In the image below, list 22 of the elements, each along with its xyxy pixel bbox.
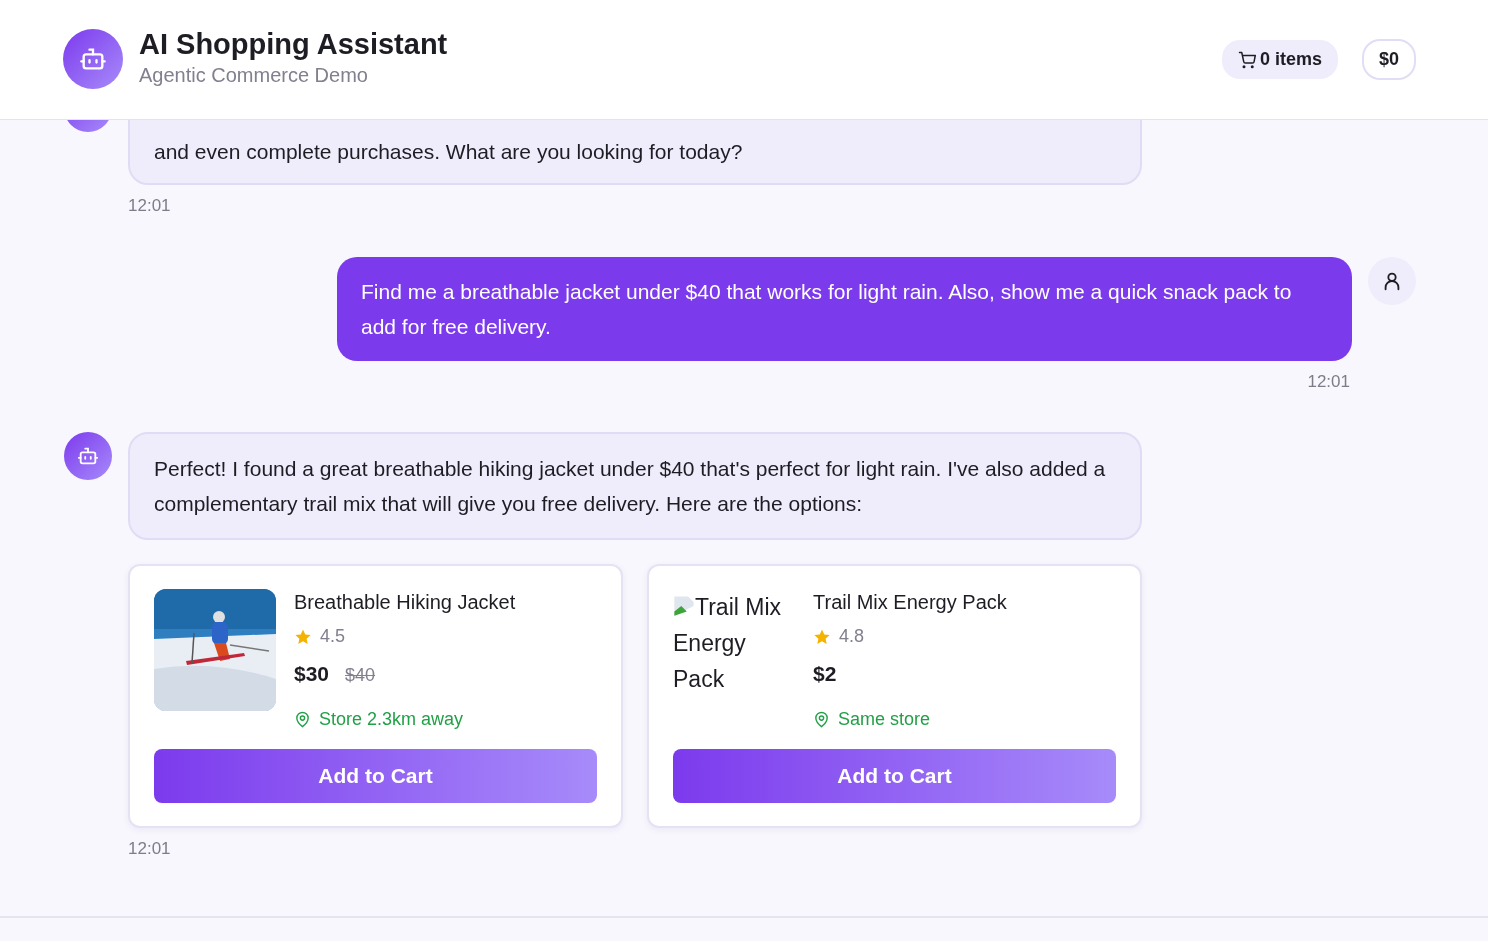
- broken-image-alt-text: Trail Mix Energy Pack: [673, 593, 783, 694]
- add-to-cart-button[interactable]: Add to Cart: [154, 748, 597, 803]
- product-price: $30: [294, 661, 330, 687]
- store-distance: Same store: [838, 707, 931, 731]
- message-time: 12:01: [128, 837, 172, 860]
- product-name: Trail Mix Energy Pack: [813, 590, 1007, 615]
- cart-total-badge: $0: [1361, 39, 1416, 80]
- add-to-cart-button[interactable]: Add to Cart: [673, 748, 1116, 803]
- product-rating: 4.5: [320, 625, 346, 648]
- original-price: $40: [345, 664, 376, 687]
- product-name: Breathable Hiking Jacket: [294, 590, 516, 615]
- app-title: AI Shopping Assistant: [139, 28, 448, 61]
- product-rating: 4.8: [839, 625, 865, 648]
- app-subtitle: Agentic Commerce Demo: [139, 63, 369, 89]
- store-distance: Store 2.3km away: [319, 707, 464, 731]
- assistant-message: and even complete purchases. What are you looking for today?: [128, 120, 1142, 185]
- cart-count-badge[interactable]: 0 items: [1221, 40, 1338, 79]
- message-time: 12:01: [1306, 370, 1350, 393]
- product-price: $2: [813, 661, 837, 687]
- user-message: Find me a breathable jacket under $40 that works for light rain. Also, show me a quick snack pack to add for free delivery.: [337, 256, 1352, 361]
- assistant-message: Perfect! I found a great breathable hiking jacket under $40 that's perfect for light rain. I've also added a complementary trail mix that will give you free delivery. Here are the options:: [128, 432, 1142, 540]
- message-time: 12:01: [128, 195, 172, 217]
